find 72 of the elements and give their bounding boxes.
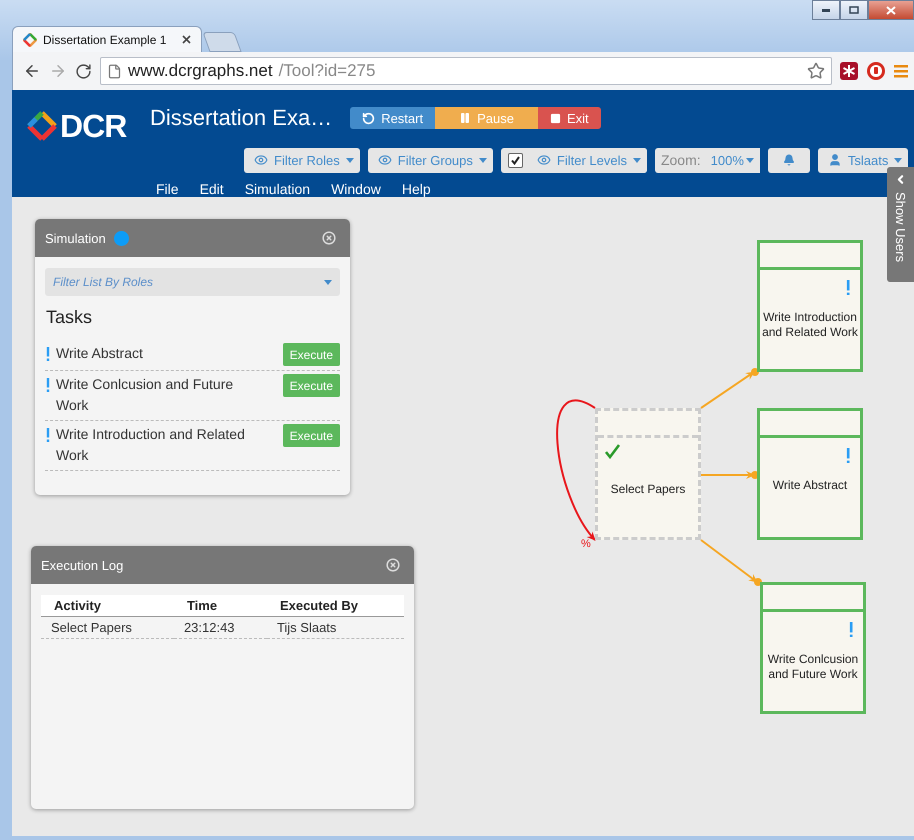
- eye-icon: [254, 153, 268, 167]
- show-users-tab[interactable]: Show Users: [887, 167, 914, 282]
- eye-icon: [378, 153, 392, 167]
- graph-title: Dissertation Exa…: [150, 105, 332, 131]
- logo-icon: [26, 110, 58, 142]
- event-node[interactable]: Write Conlcusion and Future Work: [760, 582, 866, 714]
- maximize-icon: [849, 6, 859, 14]
- condition-arrow: [700, 539, 762, 586]
- exclude-symbol: %: [581, 538, 591, 550]
- execute-button[interactable]: Execute: [282, 374, 340, 397]
- table-cell: 23:12:43: [174, 616, 267, 638]
- bell-icon: [782, 154, 795, 166]
- tasks-heading: Tasks: [46, 307, 94, 328]
- restart-button[interactable]: Restart: [350, 107, 436, 129]
- event-node[interactable]: Write Abstract: [757, 408, 863, 540]
- close-icon: [886, 6, 896, 14]
- minimize-icon: [822, 8, 830, 12]
- simulation-panel: Simulation Filter List By Roles Tasks Write Abstract Execute Write Conlcusion and Future Work Execute Write Introduction and Related Work Execute: [35, 219, 350, 495]
- page-icon: [107, 64, 122, 78]
- status-dot-icon: [114, 230, 129, 246]
- table-cell: Select Papers: [41, 616, 174, 638]
- menu-item[interactable]: Edit: [200, 181, 224, 197]
- execute-button[interactable]: Execute: [282, 424, 340, 447]
- event-node[interactable]: Select Papers: [595, 408, 701, 540]
- menu-item[interactable]: Window: [331, 181, 381, 197]
- stop-icon: [550, 112, 561, 124]
- caret-icon: [632, 158, 641, 162]
- event-node[interactable]: Write Introduction and Related Work: [757, 240, 863, 372]
- eye-icon: [536, 153, 551, 167]
- execute-button[interactable]: Execute: [282, 343, 340, 366]
- reload-icon[interactable]: [75, 62, 92, 80]
- back-icon[interactable]: [23, 62, 41, 80]
- column-header: Time: [174, 595, 267, 616]
- condition-arrow: [700, 368, 759, 409]
- maximize-button[interactable]: [840, 0, 868, 20]
- table-cell: Tijs Slaats: [266, 616, 404, 638]
- role-filter-select[interactable]: Filter List By Roles: [45, 268, 340, 296]
- caret-icon: [324, 280, 332, 284]
- bookmark-star-icon[interactable]: [807, 62, 825, 80]
- close-icon[interactable]: [182, 35, 191, 44]
- menu-item[interactable]: File: [156, 181, 179, 197]
- execution-log-panel: Execution Log Activity Time Executed By Select Papers 23:12:43 Tijs Slaats: [31, 546, 414, 809]
- task-name: Write Abstract: [56, 344, 144, 363]
- restart-icon: [362, 112, 376, 124]
- caret-icon: [894, 158, 902, 162]
- caret-icon: [746, 158, 754, 162]
- address-bar[interactable]: www.dcrgraphs.net /Tool?id=275: [100, 57, 832, 85]
- user-icon: [828, 153, 842, 167]
- menu-item[interactable]: Simulation: [244, 181, 310, 197]
- task-name: Write Conlcusion and Future Work: [56, 375, 234, 415]
- extension-icon[interactable]: [840, 62, 858, 80]
- condition-arrow: [701, 471, 759, 479]
- caret-icon: [346, 158, 354, 162]
- checkbox[interactable]: [508, 152, 523, 168]
- caret-icon: [478, 158, 487, 162]
- exit-button[interactable]: Exit: [538, 107, 601, 129]
- notifications-button[interactable]: [768, 148, 810, 172]
- task-name: Write Introduction and Related Work: [56, 425, 246, 465]
- stop-sign-icon[interactable]: [866, 61, 886, 81]
- column-header: Executed By: [266, 595, 404, 616]
- filter-dropdown[interactable]: Filter Groups: [368, 148, 493, 172]
- minimize-button[interactable]: [812, 0, 840, 20]
- zoom-control: Zoom: 100%: [654, 148, 760, 172]
- browser-tab[interactable]: Dissertation Example 1: [12, 26, 202, 52]
- menu-item[interactable]: Help: [402, 181, 431, 197]
- user-dropdown[interactable]: Tslaats: [818, 148, 908, 172]
- close-button[interactable]: [868, 0, 914, 20]
- pause-icon: [459, 112, 472, 124]
- filter-dropdown[interactable]: Filter Roles: [244, 148, 360, 172]
- logo-text: DCR: [60, 108, 126, 144]
- app-logo-icon: [23, 32, 37, 46]
- column-header: Activity: [41, 595, 174, 616]
